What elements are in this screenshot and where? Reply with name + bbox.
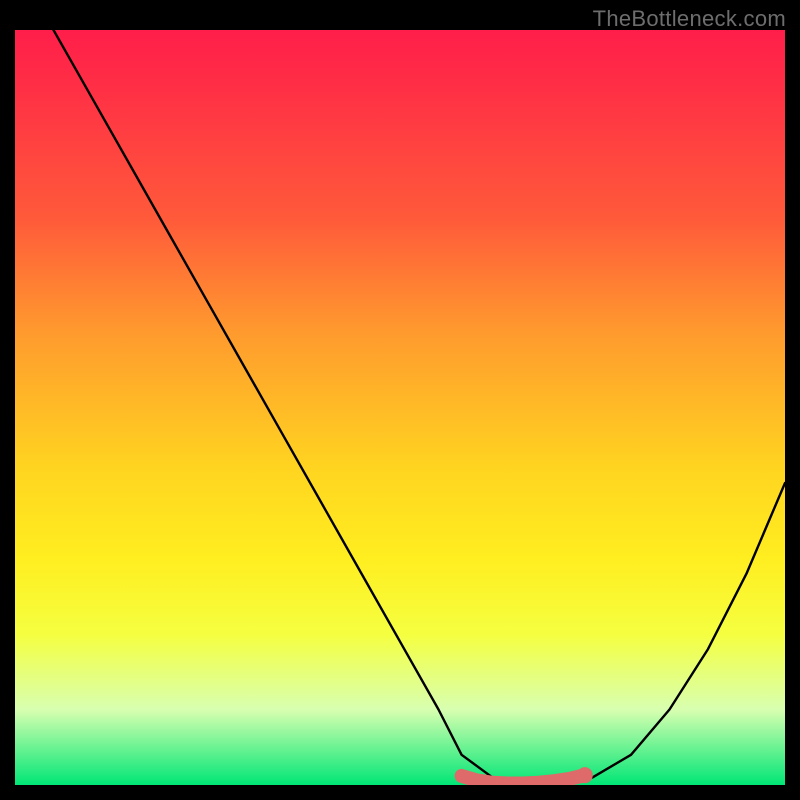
bottleneck-curve (54, 30, 786, 785)
watermark-text: TheBottleneck.com (593, 6, 786, 32)
plot-area (15, 30, 785, 785)
curve-layer (15, 30, 785, 785)
optimal-end-dot (577, 767, 593, 783)
chart-frame: TheBottleneck.com (0, 0, 800, 800)
optimal-band-curve (462, 775, 585, 783)
